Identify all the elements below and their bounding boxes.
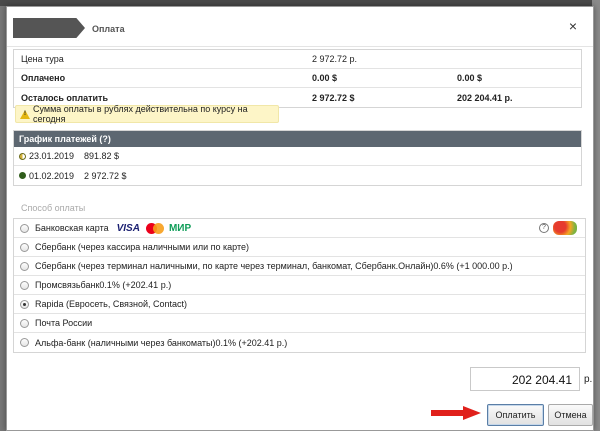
summary-value: 0.00 $ (312, 73, 338, 83)
pay-button[interactable]: Оплатить (487, 404, 544, 426)
summary-label: Оплачено (21, 73, 66, 83)
summary-row-paid: Оплачено 0.00 $ 0.00 $ (14, 69, 581, 88)
payment-badge-icon (553, 221, 577, 235)
summary-value: 2 972.72 $ (312, 92, 355, 103)
radio-button[interactable] (20, 280, 29, 290)
summary-label: Осталось оплатить (21, 92, 108, 103)
header-tab-shape (13, 18, 85, 38)
payment-dialog: Оплата × Цена тура 2 972.72 р. Оплачено … (6, 6, 594, 431)
currency-label: р. (584, 374, 593, 385)
summary-value-2: 0.00 $ (457, 73, 483, 83)
half-paid-icon (19, 152, 26, 160)
warning-icon (20, 109, 30, 119)
payment-method-label: Способ оплаты (21, 203, 86, 213)
radio-button[interactable] (20, 318, 29, 328)
schedule-row: 23.01.2019 891.82 $ (14, 147, 581, 166)
payment-option-label: Rapida (Евросеть, Связной, Contact) (35, 299, 188, 309)
payment-option-rapida[interactable]: Rapida (Евросеть, Связной, Contact) (14, 295, 585, 314)
full-paid-icon (19, 172, 26, 179)
mastercard-logo-icon (145, 222, 164, 234)
mir-logo-icon: МИР (168, 222, 192, 234)
payment-option-label: Банковская карта (35, 223, 109, 233)
close-icon[interactable]: × (569, 19, 577, 33)
price-summary-table: Цена тура 2 972.72 р. Оплачено 0.00 $ 0.… (13, 49, 582, 108)
payment-option-bank-card[interactable]: Банковская карта VISA МИР ? (14, 219, 585, 238)
summary-value: 2 972.72 р. (312, 54, 358, 64)
radio-button[interactable] (20, 338, 29, 347)
radio-button[interactable] (20, 242, 29, 252)
dialog-title: Оплата (92, 24, 125, 34)
exchange-rate-notice: Сумма оплаты в рублях действительна по к… (15, 104, 279, 124)
red-arrow-icon (431, 406, 481, 420)
payment-option-russian-post[interactable]: Почта России (14, 314, 585, 333)
payment-schedule: График платежей (?) 23.01.2019 891.82 $ … (13, 130, 582, 186)
payment-option-sberbank-terminal[interactable]: Сбербанк (через терминал наличными, по к… (14, 257, 585, 276)
summary-label: Цена тура (21, 54, 64, 64)
payment-option-sberbank-cashier[interactable]: Сбербанк (через кассира наличными или по… (14, 238, 585, 257)
payment-option-label: Альфа-банк (наличными через банкоматы)0.… (35, 337, 288, 348)
payment-option-promsvyazbank[interactable]: Промсвязьбанк0.1% (+202.41 р.) (14, 276, 585, 295)
summary-value-2: 202 204.41 р. (457, 92, 513, 103)
visa-logo-icon: VISA (116, 222, 140, 234)
payment-option-label: Почта России (35, 318, 93, 328)
cancel-button[interactable]: Отмена (548, 404, 593, 426)
notice-text: Сумма оплаты в рублях действительна по к… (33, 104, 248, 124)
schedule-date-cell: 23.01.2019 (14, 151, 84, 161)
schedule-amount: 2 972.72 $ (84, 170, 127, 181)
schedule-row: 01.02.2019 2 972.72 $ (14, 166, 581, 185)
payment-option-alfa-bank[interactable]: Альфа-банк (наличными через банкоматы)0.… (14, 333, 585, 352)
schedule-amount: 891.82 $ (84, 151, 120, 161)
payment-option-label: Промсвязьбанк0.1% (+202.41 р.) (35, 280, 172, 290)
payment-amount-input[interactable]: 202 204.41 (470, 367, 580, 391)
radio-button[interactable] (20, 223, 29, 233)
radio-button-selected[interactable] (20, 299, 29, 309)
payment-option-label: Сбербанк (через кассира наличными или по… (35, 242, 249, 252)
payment-option-label: Сбербанк (через терминал наличными, по к… (35, 261, 513, 271)
summary-row-price: Цена тура 2 972.72 р. (14, 50, 581, 69)
schedule-date: 01.02.2019 (29, 170, 75, 181)
help-icon[interactable]: ? (539, 223, 549, 233)
dialog-header: Оплата × (7, 7, 593, 47)
radio-button[interactable] (20, 261, 29, 271)
schedule-date: 23.01.2019 (29, 151, 75, 161)
payment-method-list: Банковская карта VISA МИР ? Сбербанк (че… (13, 218, 586, 353)
schedule-date-cell: 01.02.2019 (14, 171, 84, 181)
schedule-header[interactable]: График платежей (?) (14, 131, 581, 147)
